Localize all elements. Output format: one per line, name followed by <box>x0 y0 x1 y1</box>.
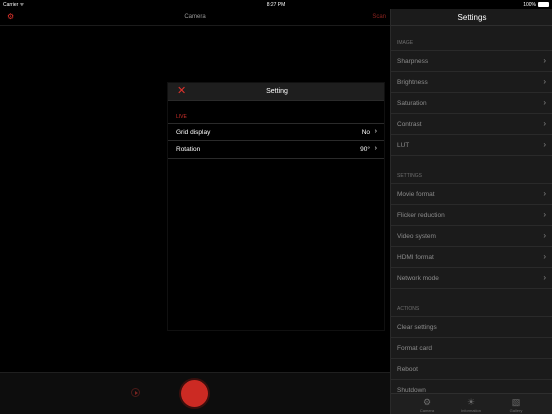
item-label: Format card <box>397 345 433 352</box>
tab-label: Information <box>460 408 481 413</box>
tab-label: Gallery <box>509 408 523 413</box>
status-time: 8:27 PM <box>266 2 286 8</box>
action-reboot[interactable]: Reboot <box>391 359 552 380</box>
chevron-right-icon: › <box>543 98 546 107</box>
settings-item-network-mode[interactable]: Network mode › <box>391 268 552 289</box>
setting-dialog: ✕ Setting LIVE Grid display No › Rotatio… <box>167 82 385 331</box>
row-label: Rotation <box>176 146 201 153</box>
chevron-right-icon: › <box>543 119 546 128</box>
settings-panel: Settings IMAGE Sharpness › Brightness › Sa… <box>390 9 552 414</box>
chevron-right-icon: › <box>543 56 546 65</box>
item-label: Movie format <box>397 191 435 198</box>
tab-gallery[interactable]: ▧ Gallery <box>501 397 531 413</box>
panel-title: Settings <box>457 13 487 22</box>
camera-controls <box>0 372 390 414</box>
settings-item-flicker-reduction[interactable]: Flicker reduction › <box>391 205 552 226</box>
item-label: Saturation <box>397 100 427 107</box>
chevron-right-icon: › <box>543 231 546 240</box>
settings-item-movie-format[interactable]: Movie format › <box>391 184 552 205</box>
chevron-right-icon: › <box>543 77 546 86</box>
battery-percentage: 100% <box>523 2 536 8</box>
settings-item-sharpness[interactable]: Sharpness › <box>391 51 552 72</box>
item-label: Network mode <box>397 275 439 282</box>
item-label: Flicker reduction <box>397 212 445 219</box>
item-label: LUT <box>397 142 410 149</box>
tab-information[interactable]: ☀ Information <box>456 397 486 413</box>
gallery-icon: ▧ <box>511 397 521 407</box>
item-label: Video system <box>397 233 436 240</box>
item-label: Reboot <box>397 366 418 373</box>
settings-item-video-system[interactable]: Video system › <box>391 226 552 247</box>
settings-item-saturation[interactable]: Saturation › <box>391 93 552 114</box>
gear-icon: ⚙ <box>422 397 432 407</box>
chevron-right-icon: › <box>543 189 546 198</box>
row-value: 90° <box>360 146 370 153</box>
action-format-card[interactable]: Format card <box>391 338 552 359</box>
tab-camera[interactable]: ⚙ Camera <box>412 397 442 413</box>
tab-bar: ⚙ Camera ☀ Information ▧ Gallery <box>391 393 552 414</box>
tab-label: Camera <box>419 408 435 413</box>
chevron-right-icon: › <box>374 128 377 135</box>
dialog-title: Setting <box>266 88 288 95</box>
settings-item-contrast[interactable]: Contrast › <box>391 114 552 135</box>
row-value: No <box>361 129 370 136</box>
panel-header: Settings <box>391 9 552 26</box>
camera-title: Camera <box>184 14 206 20</box>
item-label: HDMI format <box>397 254 434 261</box>
play-icon[interactable] <box>131 388 140 397</box>
scan-button[interactable]: Scan <box>372 14 386 20</box>
dialog-header: ✕ Setting <box>168 83 384 101</box>
settings-item-hdmi-format[interactable]: HDMI format › <box>391 247 552 268</box>
item-label: Sharpness <box>397 58 429 65</box>
record-button[interactable] <box>181 380 208 407</box>
sun-icon: ☀ <box>466 397 476 407</box>
rotation-row[interactable]: Rotation 90° › <box>168 141 384 159</box>
chevron-right-icon: › <box>543 252 546 261</box>
action-clear-settings[interactable]: Clear settings <box>391 317 552 338</box>
chevron-right-icon: › <box>374 145 377 152</box>
settings-item-brightness[interactable]: Brightness › <box>391 72 552 93</box>
grid-display-row[interactable]: Grid display No › <box>168 123 384 141</box>
item-label: Brightness <box>397 79 428 86</box>
battery-icon <box>538 2 549 7</box>
chevron-right-icon: › <box>543 140 546 149</box>
status-bar: Carrier ᯤ 8:27 PM 100% <box>0 0 552 9</box>
chevron-right-icon: › <box>543 210 546 219</box>
chevron-right-icon: › <box>543 273 546 282</box>
section-label-live: LIVE <box>176 114 187 120</box>
item-label: Contrast <box>397 121 422 128</box>
item-label: Clear settings <box>397 324 437 331</box>
camera-nav-bar: ⚙ Camera Scan <box>0 9 390 26</box>
settings-item-lut[interactable]: LUT › <box>391 135 552 156</box>
row-label: Grid display <box>176 129 211 136</box>
